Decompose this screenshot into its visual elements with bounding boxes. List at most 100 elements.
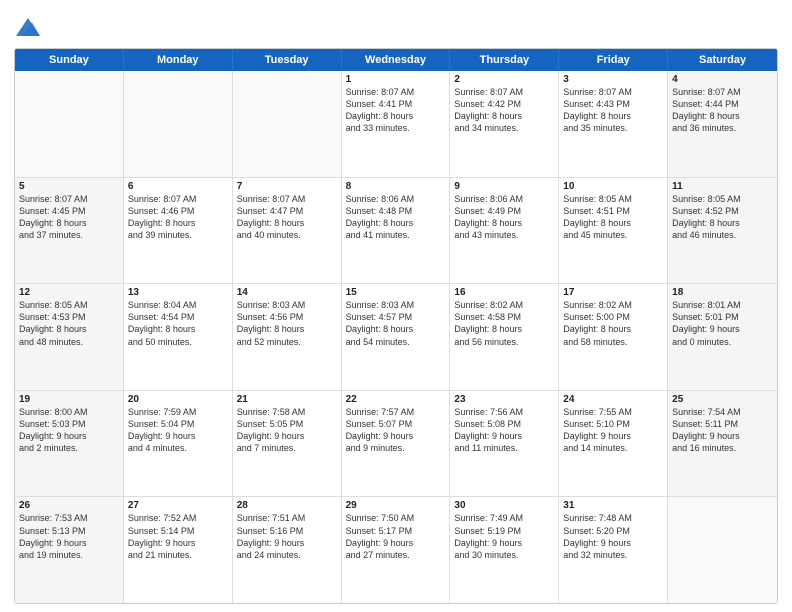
day-cell-15: 15Sunrise: 8:03 AM Sunset: 4:57 PM Dayli… [342, 284, 451, 390]
day-number-16: 16 [454, 287, 554, 298]
day-cell-29: 29Sunrise: 7:50 AM Sunset: 5:17 PM Dayli… [342, 497, 451, 603]
day-info-11: Sunrise: 8:05 AM Sunset: 4:52 PM Dayligh… [672, 193, 773, 242]
day-cell-7: 7Sunrise: 8:07 AM Sunset: 4:47 PM Daylig… [233, 178, 342, 284]
weekday-header-saturday: Saturday [668, 49, 777, 71]
day-info-20: Sunrise: 7:59 AM Sunset: 5:04 PM Dayligh… [128, 406, 228, 455]
calendar-body: 1Sunrise: 8:07 AM Sunset: 4:41 PM Daylig… [15, 71, 777, 603]
day-info-21: Sunrise: 7:58 AM Sunset: 5:05 PM Dayligh… [237, 406, 337, 455]
day-number-20: 20 [128, 394, 228, 405]
day-number-29: 29 [346, 500, 446, 511]
day-info-28: Sunrise: 7:51 AM Sunset: 5:16 PM Dayligh… [237, 512, 337, 561]
day-cell-5: 5Sunrise: 8:07 AM Sunset: 4:45 PM Daylig… [15, 178, 124, 284]
day-number-23: 23 [454, 394, 554, 405]
day-info-17: Sunrise: 8:02 AM Sunset: 5:00 PM Dayligh… [563, 299, 663, 348]
day-number-6: 6 [128, 181, 228, 192]
weekday-header-wednesday: Wednesday [342, 49, 451, 71]
day-info-18: Sunrise: 8:01 AM Sunset: 5:01 PM Dayligh… [672, 299, 773, 348]
weekday-header-monday: Monday [124, 49, 233, 71]
day-number-11: 11 [672, 181, 773, 192]
calendar-row-5: 26Sunrise: 7:53 AM Sunset: 5:13 PM Dayli… [15, 497, 777, 603]
day-cell-12: 12Sunrise: 8:05 AM Sunset: 4:53 PM Dayli… [15, 284, 124, 390]
day-number-5: 5 [19, 181, 119, 192]
calendar-header: SundayMondayTuesdayWednesdayThursdayFrid… [15, 49, 777, 71]
day-cell-19: 19Sunrise: 8:00 AM Sunset: 5:03 PM Dayli… [15, 391, 124, 497]
day-number-31: 31 [563, 500, 663, 511]
day-info-13: Sunrise: 8:04 AM Sunset: 4:54 PM Dayligh… [128, 299, 228, 348]
day-number-22: 22 [346, 394, 446, 405]
day-info-9: Sunrise: 8:06 AM Sunset: 4:49 PM Dayligh… [454, 193, 554, 242]
day-info-25: Sunrise: 7:54 AM Sunset: 5:11 PM Dayligh… [672, 406, 773, 455]
day-info-4: Sunrise: 8:07 AM Sunset: 4:44 PM Dayligh… [672, 86, 773, 135]
day-cell-13: 13Sunrise: 8:04 AM Sunset: 4:54 PM Dayli… [124, 284, 233, 390]
day-info-5: Sunrise: 8:07 AM Sunset: 4:45 PM Dayligh… [19, 193, 119, 242]
day-cell-24: 24Sunrise: 7:55 AM Sunset: 5:10 PM Dayli… [559, 391, 668, 497]
day-cell-21: 21Sunrise: 7:58 AM Sunset: 5:05 PM Dayli… [233, 391, 342, 497]
weekday-header-tuesday: Tuesday [233, 49, 342, 71]
day-number-2: 2 [454, 74, 554, 85]
day-number-21: 21 [237, 394, 337, 405]
day-number-12: 12 [19, 287, 119, 298]
day-info-30: Sunrise: 7:49 AM Sunset: 5:19 PM Dayligh… [454, 512, 554, 561]
day-cell-23: 23Sunrise: 7:56 AM Sunset: 5:08 PM Dayli… [450, 391, 559, 497]
day-number-14: 14 [237, 287, 337, 298]
day-number-7: 7 [237, 181, 337, 192]
day-cell-28: 28Sunrise: 7:51 AM Sunset: 5:16 PM Dayli… [233, 497, 342, 603]
day-number-9: 9 [454, 181, 554, 192]
calendar-row-4: 19Sunrise: 8:00 AM Sunset: 5:03 PM Dayli… [15, 391, 777, 498]
day-number-27: 27 [128, 500, 228, 511]
weekday-header-friday: Friday [559, 49, 668, 71]
day-info-23: Sunrise: 7:56 AM Sunset: 5:08 PM Dayligh… [454, 406, 554, 455]
day-cell-26: 26Sunrise: 7:53 AM Sunset: 5:13 PM Dayli… [15, 497, 124, 603]
day-number-8: 8 [346, 181, 446, 192]
header [14, 10, 778, 42]
day-info-27: Sunrise: 7:52 AM Sunset: 5:14 PM Dayligh… [128, 512, 228, 561]
day-info-7: Sunrise: 8:07 AM Sunset: 4:47 PM Dayligh… [237, 193, 337, 242]
day-number-25: 25 [672, 394, 773, 405]
calendar: SundayMondayTuesdayWednesdayThursdayFrid… [14, 48, 778, 604]
day-info-16: Sunrise: 8:02 AM Sunset: 4:58 PM Dayligh… [454, 299, 554, 348]
weekday-header-sunday: Sunday [15, 49, 124, 71]
day-info-6: Sunrise: 8:07 AM Sunset: 4:46 PM Dayligh… [128, 193, 228, 242]
day-cell-11: 11Sunrise: 8:05 AM Sunset: 4:52 PM Dayli… [668, 178, 777, 284]
day-number-13: 13 [128, 287, 228, 298]
day-number-3: 3 [563, 74, 663, 85]
day-cell-3: 3Sunrise: 8:07 AM Sunset: 4:43 PM Daylig… [559, 71, 668, 177]
day-number-15: 15 [346, 287, 446, 298]
day-info-14: Sunrise: 8:03 AM Sunset: 4:56 PM Dayligh… [237, 299, 337, 348]
empty-cell-r0c1 [124, 71, 233, 177]
day-cell-4: 4Sunrise: 8:07 AM Sunset: 4:44 PM Daylig… [668, 71, 777, 177]
day-number-18: 18 [672, 287, 773, 298]
day-info-15: Sunrise: 8:03 AM Sunset: 4:57 PM Dayligh… [346, 299, 446, 348]
calendar-row-3: 12Sunrise: 8:05 AM Sunset: 4:53 PM Dayli… [15, 284, 777, 391]
logo [14, 14, 46, 42]
day-info-1: Sunrise: 8:07 AM Sunset: 4:41 PM Dayligh… [346, 86, 446, 135]
day-cell-10: 10Sunrise: 8:05 AM Sunset: 4:51 PM Dayli… [559, 178, 668, 284]
day-cell-14: 14Sunrise: 8:03 AM Sunset: 4:56 PM Dayli… [233, 284, 342, 390]
empty-cell-r0c0 [15, 71, 124, 177]
day-cell-2: 2Sunrise: 8:07 AM Sunset: 4:42 PM Daylig… [450, 71, 559, 177]
day-info-22: Sunrise: 7:57 AM Sunset: 5:07 PM Dayligh… [346, 406, 446, 455]
day-info-12: Sunrise: 8:05 AM Sunset: 4:53 PM Dayligh… [19, 299, 119, 348]
day-cell-25: 25Sunrise: 7:54 AM Sunset: 5:11 PM Dayli… [668, 391, 777, 497]
day-info-3: Sunrise: 8:07 AM Sunset: 4:43 PM Dayligh… [563, 86, 663, 135]
day-cell-27: 27Sunrise: 7:52 AM Sunset: 5:14 PM Dayli… [124, 497, 233, 603]
day-info-26: Sunrise: 7:53 AM Sunset: 5:13 PM Dayligh… [19, 512, 119, 561]
day-info-10: Sunrise: 8:05 AM Sunset: 4:51 PM Dayligh… [563, 193, 663, 242]
day-cell-8: 8Sunrise: 8:06 AM Sunset: 4:48 PM Daylig… [342, 178, 451, 284]
day-info-31: Sunrise: 7:48 AM Sunset: 5:20 PM Dayligh… [563, 512, 663, 561]
day-cell-22: 22Sunrise: 7:57 AM Sunset: 5:07 PM Dayli… [342, 391, 451, 497]
day-info-19: Sunrise: 8:00 AM Sunset: 5:03 PM Dayligh… [19, 406, 119, 455]
day-number-10: 10 [563, 181, 663, 192]
day-cell-16: 16Sunrise: 8:02 AM Sunset: 4:58 PM Dayli… [450, 284, 559, 390]
day-number-4: 4 [672, 74, 773, 85]
day-number-1: 1 [346, 74, 446, 85]
day-number-19: 19 [19, 394, 119, 405]
day-cell-31: 31Sunrise: 7:48 AM Sunset: 5:20 PM Dayli… [559, 497, 668, 603]
day-number-26: 26 [19, 500, 119, 511]
day-number-24: 24 [563, 394, 663, 405]
calendar-row-1: 1Sunrise: 8:07 AM Sunset: 4:41 PM Daylig… [15, 71, 777, 178]
logo-icon [14, 14, 42, 42]
day-number-28: 28 [237, 500, 337, 511]
day-info-29: Sunrise: 7:50 AM Sunset: 5:17 PM Dayligh… [346, 512, 446, 561]
day-info-8: Sunrise: 8:06 AM Sunset: 4:48 PM Dayligh… [346, 193, 446, 242]
